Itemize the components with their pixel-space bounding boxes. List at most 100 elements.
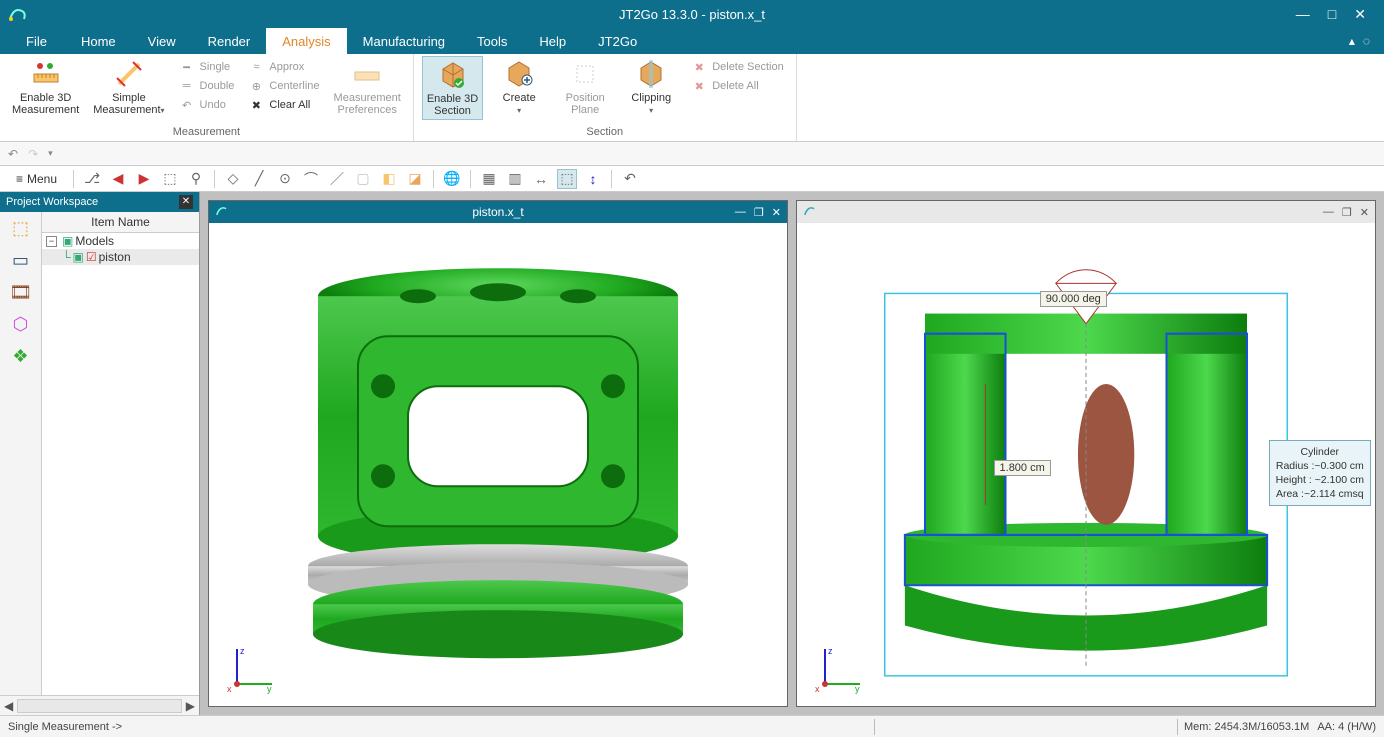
edge-tool-icon[interactable]: ／ bbox=[327, 169, 347, 189]
measurement-preferences-button: Measurement Preferences bbox=[330, 56, 405, 118]
enable-3d-section-button[interactable]: Enable 3D Section bbox=[422, 56, 483, 120]
sidebar-scrollbar[interactable]: ◀ ▶ bbox=[0, 695, 199, 715]
toolbar-menu-button[interactable]: ≡ Menu bbox=[8, 170, 65, 188]
menu-help[interactable]: Help bbox=[523, 28, 582, 54]
expand-icon[interactable]: − bbox=[46, 236, 57, 247]
circle-tool-icon[interactable]: ⊙ bbox=[275, 169, 295, 189]
sidebar-header: Project Workspace ✕ bbox=[0, 192, 199, 212]
caliper-icon bbox=[113, 58, 145, 90]
scroll-right-icon[interactable]: ▶ bbox=[186, 699, 195, 713]
check-icon: ☑ bbox=[86, 250, 97, 264]
viewport-minimize-button[interactable]: — bbox=[1323, 206, 1334, 219]
simple-measurement-button[interactable]: Simple Measurement▾ bbox=[89, 56, 168, 119]
position-plane-icon bbox=[569, 58, 601, 90]
arc-tool-icon[interactable]: ⌒ bbox=[301, 169, 321, 189]
viewport-close-button[interactable]: ✕ bbox=[1360, 206, 1369, 219]
svg-text:x: x bbox=[815, 684, 820, 694]
menu-manufacturing[interactable]: Manufacturing bbox=[347, 28, 461, 54]
axis-triad-icon: z y x bbox=[815, 644, 865, 694]
qat-undo-icon[interactable]: ↶ bbox=[8, 147, 18, 161]
delete-icon: ✖ bbox=[691, 59, 707, 75]
tree-icon[interactable]: ⎇ bbox=[82, 169, 102, 189]
status-bar: Single Measurement -> Mem: 2454.3M/16053… bbox=[0, 715, 1384, 737]
fit-v-icon[interactable]: ↕ bbox=[583, 169, 603, 189]
globe-icon[interactable]: 🌐 bbox=[442, 169, 462, 189]
centerline-icon: ⊕ bbox=[248, 78, 264, 94]
viewport-logo-icon bbox=[803, 204, 819, 221]
mbd-tab-icon[interactable]: ▭ bbox=[7, 250, 35, 274]
help-icon[interactable]: ◌ bbox=[1363, 34, 1370, 48]
delete-all-icon: ✖ bbox=[691, 78, 707, 94]
tree-row-piston[interactable]: └ ▣ ☑ piston bbox=[42, 249, 199, 265]
model-tree[interactable]: Item Name − ▣ Models └ ▣ ☑ piston bbox=[42, 212, 199, 695]
single-line-icon: ━ bbox=[179, 59, 195, 75]
prev-red-icon[interactable]: ◀ bbox=[108, 169, 128, 189]
zoom-window-icon[interactable]: ⬚ bbox=[160, 169, 180, 189]
viewport-minimize-button[interactable]: — bbox=[735, 206, 746, 219]
status-mem: Mem: 2454.3M/16053.1M bbox=[1184, 721, 1309, 733]
enable-3d-measurement-button[interactable]: Enable 3D Measurement bbox=[8, 56, 83, 118]
menu-file[interactable]: File bbox=[10, 28, 65, 54]
fit-h-icon[interactable]: ↔ bbox=[531, 169, 551, 189]
project-workspace-panel: Project Workspace ✕ ⬚ ▭ 🎞 ⬡ ❖ Item Name … bbox=[0, 192, 200, 715]
diamond-icon[interactable]: ◇ bbox=[223, 169, 243, 189]
scroll-left-icon[interactable]: ◀ bbox=[4, 699, 13, 713]
tree-column-header: Item Name bbox=[42, 215, 199, 229]
assembly-tab-icon[interactable]: ⬚ bbox=[7, 218, 35, 242]
qat-dropdown-icon[interactable]: ▾ bbox=[48, 148, 53, 159]
viewport-restore-button[interactable]: ❐ bbox=[1342, 206, 1352, 219]
menu-tools[interactable]: Tools bbox=[461, 28, 523, 54]
film-tab-icon[interactable]: 🎞 bbox=[7, 282, 35, 306]
close-button[interactable]: ✕ bbox=[1354, 6, 1366, 23]
fit-window-icon[interactable]: ⬚ bbox=[557, 169, 577, 189]
viewport-restore-button[interactable]: ❐ bbox=[754, 206, 764, 219]
viewport-close-button[interactable]: ✕ bbox=[772, 206, 781, 219]
clipping-icon bbox=[635, 58, 667, 90]
grid1-icon[interactable]: ▦ bbox=[479, 169, 499, 189]
find-icon[interactable]: ⚲ bbox=[186, 169, 206, 189]
menu-analysis[interactable]: Analysis bbox=[266, 28, 346, 54]
viewport-left-canvas[interactable]: z y x bbox=[209, 223, 787, 706]
angle-dimension[interactable]: 90.000 deg bbox=[1040, 291, 1107, 307]
qat-redo-icon[interactable]: ↷ bbox=[28, 147, 38, 161]
sidebar-title: Project Workspace bbox=[6, 196, 98, 208]
box-solid-icon[interactable]: ◧ bbox=[379, 169, 399, 189]
menu-jt2go[interactable]: JT2Go bbox=[582, 28, 653, 54]
clipping-button[interactable]: Clipping▾ bbox=[621, 56, 681, 119]
db-tab-icon[interactable]: ⬡ bbox=[7, 314, 35, 338]
collapse-ribbon-icon[interactable]: ▴ bbox=[1349, 34, 1355, 48]
minimize-button[interactable]: — bbox=[1296, 6, 1310, 23]
viewport-left-titlebar: piston.x_t — ❐ ✕ bbox=[209, 201, 787, 223]
tree-row-models[interactable]: − ▣ Models bbox=[42, 233, 199, 249]
scroll-track[interactable] bbox=[17, 699, 182, 713]
maximize-button[interactable]: □ bbox=[1328, 6, 1336, 23]
view-toolbar: ≡ Menu ⎇ ◀ ▶ ⬚ ⚲ ◇ ╱ ⊙ ⌒ ／ ▢ ◧ ◪ 🌐 ▦ ▥ ↔… bbox=[0, 166, 1384, 192]
grid2-icon[interactable]: ▥ bbox=[505, 169, 525, 189]
app-logo-icon bbox=[6, 2, 30, 26]
section-create-icon bbox=[503, 58, 535, 90]
svg-text:y: y bbox=[855, 684, 860, 694]
layers-tab-icon[interactable]: ❖ bbox=[7, 346, 35, 370]
clear-all-button[interactable]: ✖Clear All bbox=[244, 96, 323, 114]
radius-dimension[interactable]: 1.800 cm bbox=[994, 460, 1051, 476]
menu-render[interactable]: Render bbox=[192, 28, 267, 54]
sidebar-close-button[interactable]: ✕ bbox=[179, 195, 193, 209]
menu-home[interactable]: Home bbox=[65, 28, 132, 54]
toolbar-undo-icon[interactable]: ↶ bbox=[620, 169, 640, 189]
box-outline-icon[interactable]: ▢ bbox=[353, 169, 373, 189]
sidebar-tab-icons: ⬚ ▭ 🎞 ⬡ ❖ bbox=[0, 212, 42, 695]
viewport-container: piston.x_t — ❐ ✕ bbox=[200, 192, 1384, 715]
menu-view[interactable]: View bbox=[132, 28, 192, 54]
next-red-icon[interactable]: ▶ bbox=[134, 169, 154, 189]
box-orange-icon[interactable]: ◪ bbox=[405, 169, 425, 189]
create-section-button[interactable]: Create▾ bbox=[489, 56, 549, 119]
link-icon: └ bbox=[62, 250, 71, 264]
viewport-right-titlebar: — ❐ ✕ bbox=[797, 201, 1375, 223]
position-plane-button: Position Plane bbox=[555, 56, 615, 118]
line-tool-icon[interactable]: ╱ bbox=[249, 169, 269, 189]
title-bar: JT2Go 13.3.0 - piston.x_t — □ ✕ bbox=[0, 0, 1384, 28]
viewport-left-title: piston.x_t bbox=[472, 205, 523, 219]
viewport-right-canvas[interactable]: 90.000 deg 1.800 cm Cylinder Radius :~0.… bbox=[797, 223, 1375, 706]
viewport-right: — ❐ ✕ bbox=[796, 200, 1376, 707]
undo-button: ↶Undo bbox=[175, 96, 239, 114]
